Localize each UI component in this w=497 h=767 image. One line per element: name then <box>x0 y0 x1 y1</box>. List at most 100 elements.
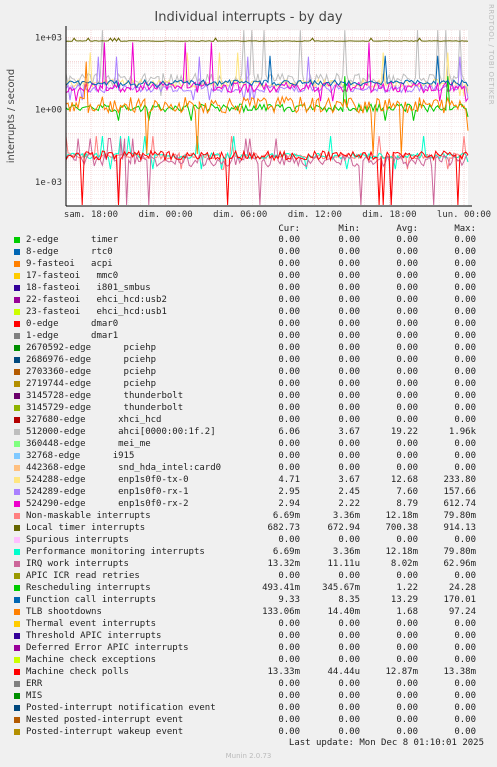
legend-swatch <box>14 681 20 687</box>
legend-swatch <box>14 417 20 423</box>
legend-label: Performance monitoring interrupts <box>26 547 205 557</box>
legend-avg-value: 8.02m <box>390 559 418 569</box>
legend-min-value: 3.67 <box>338 475 360 485</box>
legend-max-value: 0.00 <box>454 571 476 581</box>
legend-avg-value: 0.00 <box>396 451 418 461</box>
legend-label: 2670592-edge pciehp <box>26 343 157 353</box>
legend-max-value: 0.00 <box>454 331 476 341</box>
legend-avg-value: 0.00 <box>396 715 418 725</box>
legend-swatch <box>14 249 20 255</box>
legend-avg-value: 0.00 <box>396 415 418 425</box>
legend-max-value: 233.80 <box>443 475 476 485</box>
legend-swatch <box>14 453 20 459</box>
legend-swatch <box>14 273 20 279</box>
legend-min-value: 0.00 <box>338 259 360 269</box>
legend-max-value: 97.24 <box>448 607 476 617</box>
legend-swatch <box>14 537 20 543</box>
legend-avg-value: 12.87m <box>385 667 418 677</box>
legend-item: TLB shootdowns 133.06m 14.40m 1.68 97.24 <box>12 606 487 618</box>
legend-max-value: 62.96m <box>443 559 476 569</box>
legend-swatch <box>14 693 20 699</box>
legend-max-value: 0.00 <box>454 391 476 401</box>
legend-avg-value: 12.18m <box>385 511 418 521</box>
legend-avg-value: 0.00 <box>396 535 418 545</box>
legend-avg-value: 0.00 <box>396 283 418 293</box>
legend-cur-value: 9.33 <box>278 595 300 605</box>
legend-min-value: 0.00 <box>338 343 360 353</box>
legend-label: Deferred Error APIC interrupts <box>26 643 189 653</box>
legend-min-value: 0.00 <box>338 571 360 581</box>
y-tick-label: 1e+03 <box>35 33 62 43</box>
legend-min-value: 0.00 <box>338 283 360 293</box>
legend-label: 22-fasteoi ehci_hcd:usb2 <box>26 295 167 305</box>
legend-item: IRQ work interrupts 13.32m 11.11u 8.02m 62.9… <box>12 558 487 570</box>
legend-item: 23-fasteoi ehci_hcd:usb1 0.00 0.00 0.00 0.00 <box>12 306 487 318</box>
legend-cur-value: 0.00 <box>278 619 300 629</box>
legend-label: 2703360-edge pciehp <box>26 367 157 377</box>
legend-swatch <box>14 393 20 399</box>
legend-max-value: 0.00 <box>454 655 476 665</box>
legend-max-value: 157.66 <box>443 487 476 497</box>
legend-max-value: 0.00 <box>454 307 476 317</box>
legend-max-value: 0.00 <box>454 415 476 425</box>
legend-min-value: 0.00 <box>338 631 360 641</box>
legend-label: 524290-edge enp1s0f0-rx-2 <box>26 499 189 509</box>
legend-item: 360448-edge mei_me 0.00 0.00 0.00 0.00 <box>12 438 487 450</box>
legend-swatch <box>14 357 20 363</box>
legend-label: 327680-edge xhci_hcd <box>26 415 162 425</box>
legend-max-value: 0.00 <box>454 295 476 305</box>
legend-cur-value: 6.06 <box>278 427 300 437</box>
legend-item: 2719744-edge pciehp 0.00 0.00 0.00 0.00 <box>12 378 487 390</box>
legend-swatch <box>14 657 20 663</box>
legend-item: 524288-edge enp1s0f0-tx-0 4.71 3.67 12.68 23… <box>12 474 487 486</box>
legend-min-value: 0.00 <box>338 415 360 425</box>
legend-avg-value: 0.00 <box>396 367 418 377</box>
legend-label: 442368-edge snd_hda_intel:card0 <box>26 463 222 473</box>
legend-header: Cur: Min: Avg: Max: <box>12 223 487 234</box>
legend-swatch <box>14 441 20 447</box>
legend-label: 9-fasteoi acpi <box>26 259 113 269</box>
legend-label: 2719744-edge pciehp <box>26 379 157 389</box>
legend-swatch <box>14 237 20 243</box>
legend-item: 18-fasteoi i801_smbus 0.00 0.00 0.00 0.00 <box>12 282 487 294</box>
legend-swatch <box>14 729 20 735</box>
legend-avg-value: 0.00 <box>396 571 418 581</box>
legend-avg-value: 13.29 <box>390 595 418 605</box>
legend-max-value: 0.00 <box>454 343 476 353</box>
legend-swatch <box>14 513 20 519</box>
legend-min-value: 0.00 <box>338 439 360 449</box>
x-tick-label: dim. 18:00 <box>362 210 416 220</box>
legend-avg-value: 0.00 <box>396 403 418 413</box>
legend-swatch <box>14 597 20 603</box>
legend-avg-value: 0.00 <box>396 259 418 269</box>
legend-item: Thermal event interrupts 0.00 0.00 0.00 0.00 <box>12 618 487 630</box>
legend-label: Thermal event interrupts <box>26 619 157 629</box>
legend-cur-value: 0.00 <box>278 463 300 473</box>
legend-min-value: 0.00 <box>338 715 360 725</box>
legend-avg-value: 0.00 <box>396 247 418 257</box>
legend-swatch <box>14 561 20 567</box>
legend-item: 2686976-edge pciehp 0.00 0.00 0.00 0.00 <box>12 354 487 366</box>
legend-label: Machine check polls <box>26 667 129 677</box>
legend-min-value: 0.00 <box>338 379 360 389</box>
legend-min-value: 0.00 <box>338 451 360 461</box>
legend-avg-value: 0.00 <box>396 679 418 689</box>
legend-label: 23-fasteoi ehci_hcd:usb1 <box>26 307 167 317</box>
legend-label: 0-edge dmar0 <box>26 319 119 329</box>
legend-avg-value: 0.00 <box>396 703 418 713</box>
legend-label: ERR <box>26 679 43 689</box>
legend-item: Posted-interrupt wakeup event 0.00 0.00 0.0… <box>12 726 487 738</box>
legend-cur-value: 0.00 <box>278 355 300 365</box>
legend-min-value: 345.67m <box>322 583 360 593</box>
legend-swatch <box>14 549 20 555</box>
legend-swatch <box>14 345 20 351</box>
legend-label: Spurious interrupts <box>26 535 129 545</box>
legend-item: Nested posted-interrupt event 0.00 0.00 0.0… <box>12 714 487 726</box>
legend-cur-value: 0.00 <box>278 391 300 401</box>
legend-max-value: 0.00 <box>454 451 476 461</box>
legend-min-value: 44.44u <box>327 667 360 677</box>
y-axis-label: interrupts / second <box>6 69 17 163</box>
legend-avg-value: 0.00 <box>396 391 418 401</box>
legend-item: 2670592-edge pciehp 0.00 0.00 0.00 0.00 <box>12 342 487 354</box>
legend-swatch <box>14 645 20 651</box>
